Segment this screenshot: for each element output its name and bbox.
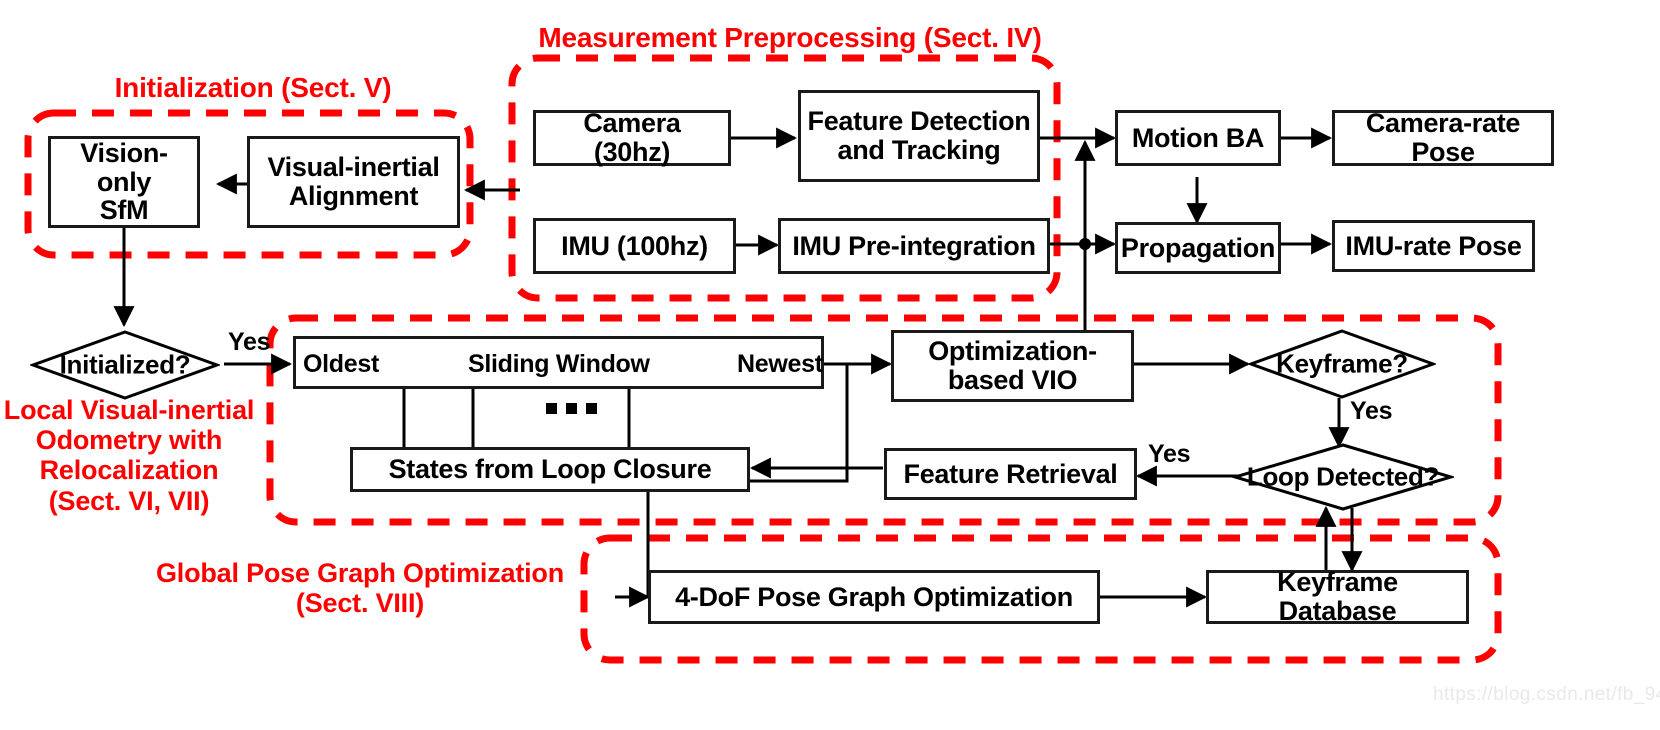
edge-label-keyframe-yes: Yes [1350, 397, 1393, 425]
edge-label-loop-detected-yes: Yes [1148, 440, 1191, 468]
diamond-shape [28, 330, 222, 400]
node-states-from-loop-closure[interactable]: States from Loop Closure [350, 447, 750, 492]
node-optimization-based-vio[interactable]: Optimization- based VIO [891, 330, 1134, 402]
ellipsis-dot [546, 403, 557, 414]
diamond-shape [1229, 443, 1457, 511]
node-keyframe-database[interactable]: Keyframe Database [1206, 567, 1469, 626]
node-label: IMU-rate Pose [1345, 230, 1522, 261]
ellipsis-dot [586, 403, 597, 414]
node-sliding-window-oldest-label: Oldest [303, 350, 379, 378]
node-label: Camera (30hz) [583, 108, 681, 167]
group-label-global-posegraph: Global Pose Graph Optimization (Sect. VI… [155, 558, 565, 619]
diagram-canvas: Vision-only SfM Visual-inertial Alignmen… [0, 0, 1660, 730]
sliding-window-ellipsis [546, 403, 597, 414]
node-label: Feature Detection and Tracking [807, 106, 1031, 165]
watermark: https://blog.csdn.net/fb_941219 [1433, 684, 1660, 705]
node-label: Keyframe Database [1277, 567, 1398, 626]
node-initialized-diamond[interactable]: Initialized? [28, 329, 222, 401]
node-vision-only-sfm[interactable]: Vision-only SfM [48, 136, 200, 228]
diamond-shape [1246, 329, 1438, 399]
node-feature-retrieval[interactable]: Feature Retrieval [884, 448, 1137, 500]
node-label: Camera-rate Pose [1365, 108, 1521, 167]
node-propagation[interactable]: Propagation [1115, 222, 1281, 274]
node-label: IMU (100hz) [561, 230, 708, 261]
node-sliding-window-newest-label: Newest [737, 350, 823, 378]
node-label: Optimization- based VIO [928, 336, 1097, 395]
node-label: 4-DoF Pose Graph Optimization [675, 581, 1073, 612]
group-label-preprocessing: Measurement Preprocessing (Sect. IV) [538, 22, 1042, 53]
ellipsis-dot [566, 403, 577, 414]
node-label: States from Loop Closure [388, 454, 712, 485]
node-motion-ba[interactable]: Motion BA [1115, 110, 1281, 166]
node-camera-rate-pose[interactable]: Camera-rate Pose [1332, 108, 1554, 167]
node-label: IMU Pre-integration [792, 230, 1036, 261]
node-imu-rate-pose[interactable]: IMU-rate Pose [1332, 220, 1535, 272]
group-label-local-vio: Local Visual-inertial Odometry with Relo… [3, 395, 255, 516]
node-visual-inertial-alignment[interactable]: Visual-inertial Alignment [247, 136, 460, 228]
edge-states-down-to-posegraph [641, 492, 650, 599]
node-imu[interactable]: IMU (100hz) [533, 218, 736, 274]
node-label: Feature Retrieval [903, 458, 1118, 489]
node-imu-preintegration[interactable]: IMU Pre-integration [778, 218, 1050, 274]
edge-label-initialized-yes: Yes [228, 328, 271, 356]
node-label: Propagation [1120, 232, 1276, 263]
node-sliding-window-title: Sliding Window [468, 350, 650, 378]
node-camera[interactable]: Camera (30hz) [533, 108, 731, 167]
node-label: Motion BA [1131, 122, 1265, 153]
junction-dot-preintegration [1079, 238, 1091, 250]
node-4dof-pose-graph-optimization[interactable]: 4-DoF Pose Graph Optimization [648, 570, 1100, 624]
node-label: Visual-inertial Alignment [267, 152, 440, 211]
node-feature-detection-tracking[interactable]: Feature Detection and Tracking [798, 90, 1040, 182]
node-loop-detected-diamond[interactable]: Loop Detected? [1229, 442, 1457, 512]
group-label-initialization: Initialization (Sect. V) [114, 72, 392, 103]
node-label: Vision-only SfM [80, 138, 168, 226]
node-keyframe-diamond[interactable]: Keyframe? [1246, 328, 1438, 400]
